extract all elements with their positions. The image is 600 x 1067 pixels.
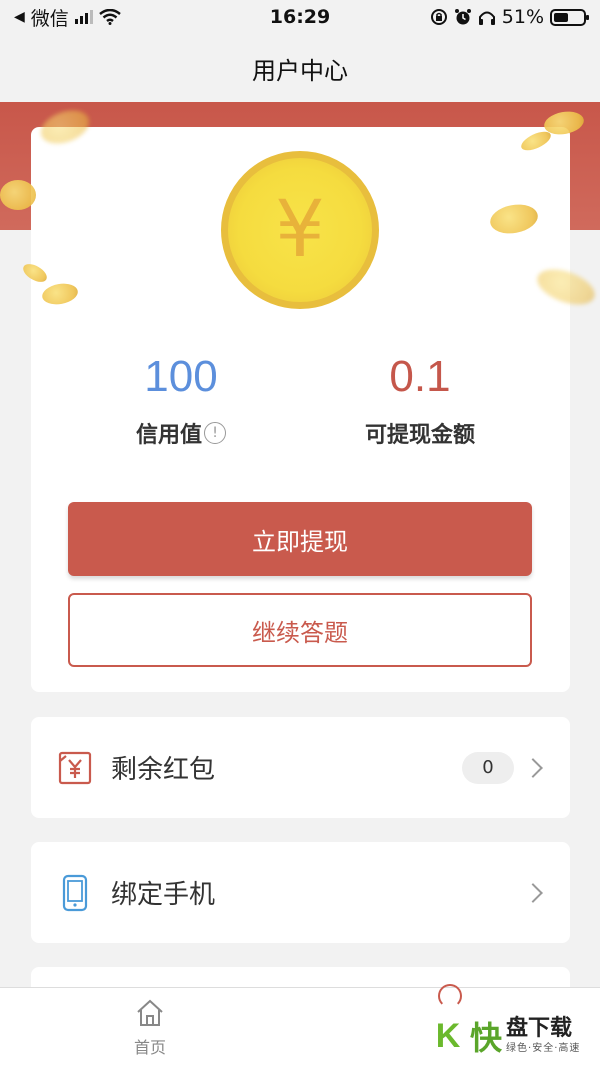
battery-percent: 51% <box>501 6 544 28</box>
mobile-phone-icon <box>55 873 95 913</box>
cash-label-row: 可提现金额 <box>365 417 475 449</box>
alarm-icon <box>454 9 471 25</box>
cash-stat: 0.1 可提现金额 <box>310 349 530 449</box>
watermark-kuai-char: 快 <box>470 1019 503 1057</box>
home-icon <box>137 999 163 1026</box>
user-center-page: ◀ 微信 16:29 51% 用户中心 ¥ 100 信用值 ! 0.1 可提现金… <box>0 0 600 1067</box>
yen-symbol: ¥ <box>275 185 325 275</box>
cash-value: 0.1 <box>389 352 451 401</box>
battery-icon <box>550 8 589 26</box>
back-arrow-icon[interactable]: ◀ <box>14 9 25 25</box>
red-packet-label: 剩余红包 <box>111 755 216 785</box>
rotation-lock-icon <box>430 9 447 25</box>
watermark-text: 盘下载 绿色·安全·高速 <box>506 1016 580 1056</box>
watermark-k-letter: K <box>435 1016 461 1055</box>
wallet-card: ¥ 100 信用值 ! 0.1 可提现金额 立即提现 继续答题 <box>31 127 570 692</box>
bind-phone-row[interactable]: 绑定手机 <box>31 842 570 943</box>
watermark-logo: K 快 盘下载 绿色·安全·高速 <box>428 1010 596 1062</box>
tab-home[interactable]: 首页 <box>118 998 182 1058</box>
status-bar-right: 51% <box>430 6 589 28</box>
watermark-subtitle: 绿色·安全·高速 <box>506 1043 581 1054</box>
tab-profile-icon[interactable] <box>438 984 462 1008</box>
tab-home-label: 首页 <box>133 1038 166 1057</box>
red-packet-row[interactable]: 剩余红包 0 <box>31 717 570 818</box>
status-bar-left: ◀ 微信 <box>14 4 121 31</box>
continue-quiz-button[interactable]: 继续答题 <box>68 593 532 667</box>
credit-label: 信用值 <box>135 423 202 448</box>
page-title: 用户中心 <box>252 56 348 85</box>
info-icon[interactable]: ! <box>204 422 226 444</box>
red-packet-yen-icon <box>55 748 95 788</box>
gold-coin-icon: ¥ <box>221 151 379 309</box>
credit-label-row: 信用值 ! <box>136 417 226 449</box>
chevron-right-icon <box>523 882 543 903</box>
headphones-icon <box>478 11 495 25</box>
watermark-title: 盘下载 <box>506 1016 573 1041</box>
chevron-right-icon <box>523 757 543 778</box>
credit-value: 100 <box>144 352 218 401</box>
back-app-label[interactable]: 微信 <box>31 4 69 31</box>
withdraw-button[interactable]: 立即提现 <box>68 502 532 576</box>
credit-stat: 100 信用值 ! <box>71 349 291 449</box>
status-bar: ◀ 微信 16:29 51% <box>0 0 600 34</box>
floating-coin-decoration <box>0 180 36 210</box>
wifi-icon <box>99 9 121 25</box>
red-packet-count-badge: 0 <box>462 751 514 784</box>
bind-phone-label: 绑定手机 <box>111 880 216 910</box>
nav-bar: 用户中心 <box>0 34 600 102</box>
cash-label: 可提现金额 <box>364 423 475 448</box>
cellular-signal-icon <box>74 10 93 24</box>
